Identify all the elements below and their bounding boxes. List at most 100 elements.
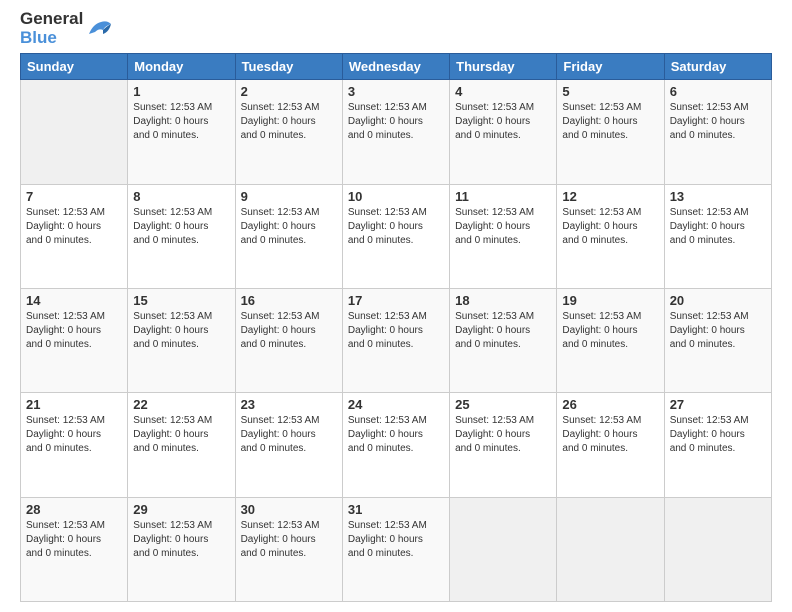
day-number: 3 bbox=[348, 84, 444, 99]
day-info: Sunset: 12:53 AMDaylight: 0 hoursand 0 m… bbox=[670, 310, 766, 352]
calendar-cell: 15 Sunset: 12:53 AMDaylight: 0 hoursand 0… bbox=[128, 289, 235, 393]
day-number: 20 bbox=[670, 293, 766, 308]
calendar-week-row: 1Sunset: 12:53 AMDaylight: 0 hoursand 0 … bbox=[21, 80, 772, 184]
day-info: Sunset: 12:53 AMDaylight: 0 hoursand 0 m… bbox=[348, 206, 444, 248]
header-friday: Friday bbox=[557, 54, 664, 80]
calendar-cell: 13 Sunset: 12:53 AMDaylight: 0 hoursand 0… bbox=[664, 184, 771, 288]
day-info: Sunset: 12:53 AMDaylight: 0 hoursand 0 m… bbox=[241, 310, 337, 352]
header-tuesday: Tuesday bbox=[235, 54, 342, 80]
header-saturday: Saturday bbox=[664, 54, 771, 80]
day-info: Sunset: 12:53 AMDaylight: 0 hoursand 0 m… bbox=[562, 414, 658, 456]
calendar-cell: 31Sunset: 12:53 AMDaylight: 0 hoursand 0… bbox=[342, 497, 449, 601]
day-number: 13 bbox=[670, 189, 766, 204]
day-number: 10 bbox=[348, 189, 444, 204]
calendar-cell: 16 Sunset: 12:53 AMDaylight: 0 hoursand 0… bbox=[235, 289, 342, 393]
logo-blue: Blue bbox=[20, 29, 83, 48]
calendar-cell: 27 Sunset: 12:53 AMDaylight: 0 hoursand 0… bbox=[664, 393, 771, 497]
day-info: Sunset: 12:53 AMDaylight: 0 hoursand 0 m… bbox=[133, 206, 229, 248]
calendar-cell: 11 Sunset: 12:53 AMDaylight: 0 hoursand 0… bbox=[450, 184, 557, 288]
calendar-cell: 12 Sunset: 12:53 AMDaylight: 0 hoursand 0… bbox=[557, 184, 664, 288]
day-info: Sunset: 12:53 AMDaylight: 0 hoursand 0 m… bbox=[562, 310, 658, 352]
day-number: 22 bbox=[133, 397, 229, 412]
calendar-cell: 23Sunset: 12:53 AMDaylight: 0 hoursand 0… bbox=[235, 393, 342, 497]
day-number: 2 bbox=[241, 84, 337, 99]
calendar-cell bbox=[664, 497, 771, 601]
day-info: Sunset: 12:53 AMDaylight: 0 hoursand 0 m… bbox=[133, 519, 229, 561]
calendar-cell: 22 Sunset: 12:53 AMDaylight: 0 hoursand 0… bbox=[128, 393, 235, 497]
day-info: Sunset: 12:53 AMDaylight: 0 hoursand 0 m… bbox=[133, 101, 229, 143]
day-info: Sunset: 12:53 AMDaylight: 0 hoursand 0 m… bbox=[562, 101, 658, 143]
day-info: Sunset: 12:53 AMDaylight: 0 hoursand 0 m… bbox=[670, 101, 766, 143]
calendar-cell: 21 Sunset: 12:53 AMDaylight: 0 hoursand 0… bbox=[21, 393, 128, 497]
day-info: Sunset: 12:53 AMDaylight: 0 hoursand 0 m… bbox=[26, 519, 122, 561]
calendar-cell: 29 Sunset: 12:53 AMDaylight: 0 hoursand 0… bbox=[128, 497, 235, 601]
calendar-cell: 8 Sunset: 12:53 AMDaylight: 0 hoursand 0 … bbox=[128, 184, 235, 288]
day-number: 6 bbox=[670, 84, 766, 99]
calendar-cell: 1Sunset: 12:53 AMDaylight: 0 hoursand 0 … bbox=[128, 80, 235, 184]
day-number: 16 bbox=[241, 293, 337, 308]
day-info: Sunset: 12:53 AMDaylight: 0 hoursand 0 m… bbox=[133, 414, 229, 456]
calendar-week-row: 14 Sunset: 12:53 AMDaylight: 0 hoursand 0… bbox=[21, 289, 772, 393]
weekday-header-row: Sunday Monday Tuesday Wednesday Thursday… bbox=[21, 54, 772, 80]
day-number: 24 bbox=[348, 397, 444, 412]
day-info: Sunset: 12:53 AMDaylight: 0 hoursand 0 m… bbox=[241, 519, 337, 561]
calendar-cell: 30 Sunset: 12:53 AMDaylight: 0 hoursand 0… bbox=[235, 497, 342, 601]
day-number: 26 bbox=[562, 397, 658, 412]
day-info: Sunset: 12:53 AMDaylight: 0 hoursand 0 m… bbox=[455, 206, 551, 248]
calendar-cell: 28Sunset: 12:53 AMDaylight: 0 hoursand 0… bbox=[21, 497, 128, 601]
calendar-cell: 7Sunset: 12:53 AMDaylight: 0 hoursand 0 … bbox=[21, 184, 128, 288]
header-sunday: Sunday bbox=[21, 54, 128, 80]
day-info: Sunset: 12:53 AMDaylight: 0 hoursand 0 m… bbox=[133, 310, 229, 352]
calendar-cell: 14 Sunset: 12:53 AMDaylight: 0 hoursand 0… bbox=[21, 289, 128, 393]
day-info: Sunset: 12:53 AMDaylight: 0 hoursand 0 m… bbox=[241, 206, 337, 248]
day-info: Sunset: 12:53 AMDaylight: 0 hoursand 0 m… bbox=[348, 101, 444, 143]
calendar-table: Sunday Monday Tuesday Wednesday Thursday… bbox=[20, 53, 772, 602]
day-info: Sunset: 12:53 AMDaylight: 0 hoursand 0 m… bbox=[26, 310, 122, 352]
calendar-cell: 3 Sunset: 12:53 AMDaylight: 0 hoursand 0 … bbox=[342, 80, 449, 184]
calendar-cell: 25 Sunset: 12:53 AMDaylight: 0 hoursand 0… bbox=[450, 393, 557, 497]
header: General Blue bbox=[20, 10, 772, 47]
header-wednesday: Wednesday bbox=[342, 54, 449, 80]
calendar-cell: 9Sunset: 12:53 AMDaylight: 0 hoursand 0 … bbox=[235, 184, 342, 288]
calendar-cell: 2 Sunset: 12:53 AMDaylight: 0 hoursand 0 … bbox=[235, 80, 342, 184]
day-number: 21 bbox=[26, 397, 122, 412]
day-info: Sunset: 12:53 AMDaylight: 0 hoursand 0 m… bbox=[670, 206, 766, 248]
day-info: Sunset: 12:53 AMDaylight: 0 hoursand 0 m… bbox=[26, 414, 122, 456]
day-number: 27 bbox=[670, 397, 766, 412]
page: General Blue Sunday Monday Tuesday Wedne… bbox=[0, 0, 792, 612]
calendar-cell bbox=[21, 80, 128, 184]
day-info: Sunset: 12:53 AMDaylight: 0 hoursand 0 m… bbox=[241, 414, 337, 456]
day-number: 17 bbox=[348, 293, 444, 308]
logo-bird-icon bbox=[85, 18, 113, 40]
day-number: 4 bbox=[455, 84, 551, 99]
day-info: Sunset: 12:53 AMDaylight: 0 hoursand 0 m… bbox=[455, 310, 551, 352]
calendar-week-row: 7 Sunset: 12:53 AMDaylight: 0 hoursand 0 … bbox=[21, 184, 772, 288]
calendar-cell: 17 Sunset: 12:53 AMDaylight: 0 hoursand 0… bbox=[342, 289, 449, 393]
day-number: 12 bbox=[562, 189, 658, 204]
header-thursday: Thursday bbox=[450, 54, 557, 80]
day-info: Sunset: 12:53 AMDaylight: 0 hoursand 0 m… bbox=[241, 101, 337, 143]
day-info: Sunset: 12:53 AMDaylight: 0 hoursand 0 m… bbox=[562, 206, 658, 248]
day-number: 11 bbox=[455, 189, 551, 204]
day-info: Sunset: 12:53 AMDaylight: 0 hoursand 0 m… bbox=[670, 414, 766, 456]
day-number: 30 bbox=[241, 502, 337, 517]
day-info: Sunset: 12:53 AMDaylight: 0 hoursand 0 m… bbox=[455, 101, 551, 143]
day-info: Sunset: 12:53 AMDaylight: 0 hoursand 0 m… bbox=[348, 414, 444, 456]
calendar-cell bbox=[557, 497, 664, 601]
day-number: 14 bbox=[26, 293, 122, 308]
day-number: 25 bbox=[455, 397, 551, 412]
day-number: 19 bbox=[562, 293, 658, 308]
day-number: 15 bbox=[133, 293, 229, 308]
day-info: Sunset: 12:53 AMDaylight: 0 hoursand 0 m… bbox=[455, 414, 551, 456]
calendar-cell: 26 Sunset: 12:53 AMDaylight: 0 hoursand 0… bbox=[557, 393, 664, 497]
day-number: 29 bbox=[133, 502, 229, 517]
calendar-cell: 10 Sunset: 12:53 AMDaylight: 0 hoursand 0… bbox=[342, 184, 449, 288]
day-number: 8 bbox=[133, 189, 229, 204]
calendar-cell: 4 Sunset: 12:53 AMDaylight: 0 hoursand 0 … bbox=[450, 80, 557, 184]
day-number: 31 bbox=[348, 502, 444, 517]
calendar-cell bbox=[450, 497, 557, 601]
day-number: 7 bbox=[26, 189, 122, 204]
header-monday: Monday bbox=[128, 54, 235, 80]
calendar-cell: 5Sunset: 12:53 AMDaylight: 0 hoursand 0 … bbox=[557, 80, 664, 184]
day-info: Sunset: 12:53 AMDaylight: 0 hoursand 0 m… bbox=[348, 310, 444, 352]
